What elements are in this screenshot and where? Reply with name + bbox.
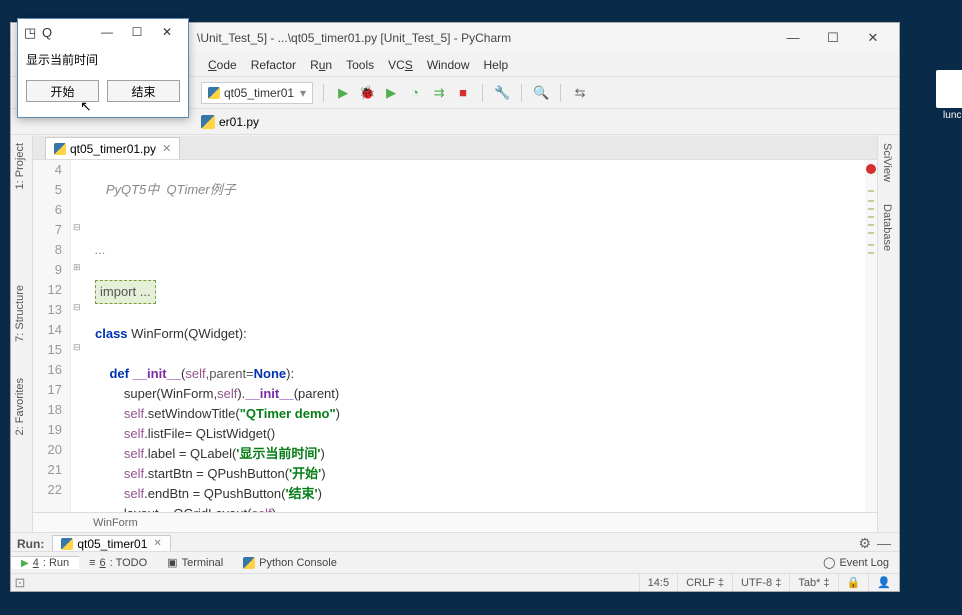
run-icon[interactable]: ▶ <box>334 84 352 102</box>
encoding[interactable]: UTF-8 ‡ <box>732 574 789 591</box>
run-tab[interactable]: qt05_timer01 ✕ <box>52 535 170 553</box>
close-button[interactable]: ✕ <box>853 25 893 51</box>
minimize-icon[interactable]: — <box>877 535 891 552</box>
concurrency-icon[interactable]: ⇉ <box>430 84 448 102</box>
file-tab-qt05[interactable]: qt05_timer01.py ✕ <box>45 137 180 159</box>
run-coverage-icon[interactable]: ▶ <box>382 84 400 102</box>
python-icon <box>243 557 255 569</box>
gutter: 4567891213141516171819202122 <box>33 160 71 512</box>
python-icon <box>54 143 66 155</box>
tab-terminal[interactable]: ▣Terminal <box>157 556 233 569</box>
left-tool-stripe: 1: Project 7: Structure 2: Favorites <box>11 135 33 535</box>
profile-icon[interactable]: ◔ <box>406 84 424 102</box>
debug-icon[interactable]: 🐞 <box>358 84 376 102</box>
gear-icon[interactable]: ⚙ <box>858 535 871 552</box>
menu-window[interactable]: Window <box>420 58 477 72</box>
minimize-button[interactable]: — <box>92 25 122 39</box>
maximize-button[interactable]: ☐ <box>813 25 853 51</box>
menu-run[interactable]: Run <box>303 58 339 72</box>
python-icon <box>208 87 220 99</box>
close-tab-icon[interactable]: ✕ <box>162 142 171 155</box>
tab-database[interactable]: Database <box>878 196 896 259</box>
run-config-combo[interactable]: qt05_timer01▾ <box>201 82 313 104</box>
editor-tabs: qt05_timer01.py ✕ <box>33 136 877 160</box>
right-tool-stripe: SciView Database <box>877 135 899 535</box>
start-button[interactable]: 开始 <box>26 80 99 102</box>
tab-structure[interactable]: 7: Structure <box>11 277 29 350</box>
run-label: Run: <box>17 537 44 551</box>
qtimer-dialog[interactable]: ◳ Q — ☐ ✕ 显示当前时间 开始 结束 <box>17 18 189 118</box>
minimize-button[interactable]: — <box>773 25 813 51</box>
desktop-icon-lunch[interactable]: lunch <box>930 70 962 121</box>
menu-help[interactable]: Help <box>477 58 516 72</box>
tab-project[interactable]: 1: Project <box>11 135 29 197</box>
fold-column[interactable]: ⊟ ⊞ ⊟ ⊟ <box>71 160 87 512</box>
menu-vcs[interactable]: VCS <box>381 58 420 72</box>
app-icon: ◳ <box>24 25 38 39</box>
status-bar: ⊡ 14:5 CRLF ‡ UTF-8 ‡ Tab* ‡ 🔒 👤 <box>11 573 899 591</box>
close-button[interactable]: ✕ <box>152 25 182 39</box>
tab-run[interactable]: ▶4: Run <box>11 556 79 569</box>
menu-refactor[interactable]: Refactor <box>244 58 303 72</box>
tab-python-console[interactable]: Python Console <box>233 557 347 569</box>
caret-position[interactable]: 14:5 <box>639 574 677 591</box>
tab-sciview[interactable]: SciView <box>878 135 896 190</box>
close-icon[interactable]: ✕ <box>153 538 161 549</box>
code-area[interactable]: PyQT5中 QTimer例子 ... import ... class Win… <box>87 160 865 512</box>
settings-icon[interactable]: 🔧 <box>493 84 511 102</box>
tool-windows-icon[interactable]: ⊡ <box>11 575 29 591</box>
menu-tools[interactable]: Tools <box>339 58 381 72</box>
end-button[interactable]: 结束 <box>107 80 180 102</box>
python-icon <box>201 115 215 129</box>
line-ending[interactable]: CRLF ‡ <box>677 574 732 591</box>
python-icon <box>61 538 73 550</box>
menu-code[interactable]: Code <box>201 58 244 72</box>
search-icon[interactable]: 🔍 <box>532 84 550 102</box>
play-icon: ▶ <box>21 558 29 569</box>
terminal-icon: ▣ <box>167 556 177 569</box>
structure-icon[interactable]: ⇆ <box>571 84 589 102</box>
tab-todo[interactable]: ≡ 6: TODO <box>79 557 157 569</box>
stop-icon[interactable]: ■ <box>454 84 472 102</box>
maximize-button[interactable]: ☐ <box>122 25 152 39</box>
hector-icon[interactable]: 👤 <box>868 574 899 591</box>
balloon-icon: ◯ <box>823 556 835 569</box>
lock-icon[interactable]: 🔒 <box>838 574 869 591</box>
code-editor[interactable]: 4567891213141516171819202122 ⊟ ⊞ ⊟ ⊟ PyQ… <box>33 160 877 512</box>
error-stripe[interactable] <box>865 160 877 512</box>
breadcrumb[interactable]: WinForm <box>33 512 877 532</box>
dialog-titlebar[interactable]: ◳ Q — ☐ ✕ <box>18 19 188 45</box>
dialog-title: Q <box>42 25 52 40</box>
indent[interactable]: Tab* ‡ <box>789 574 837 591</box>
bottom-toolbar: ▶4: Run ≡ 6: TODO ▣Terminal Python Conso… <box>11 551 899 573</box>
error-marker-icon[interactable] <box>866 164 876 174</box>
tab-favorites[interactable]: 2: Favorites <box>11 370 29 443</box>
tab-event-log[interactable]: ◯Event Log <box>813 556 899 569</box>
time-label: 显示当前时间 <box>18 45 188 74</box>
